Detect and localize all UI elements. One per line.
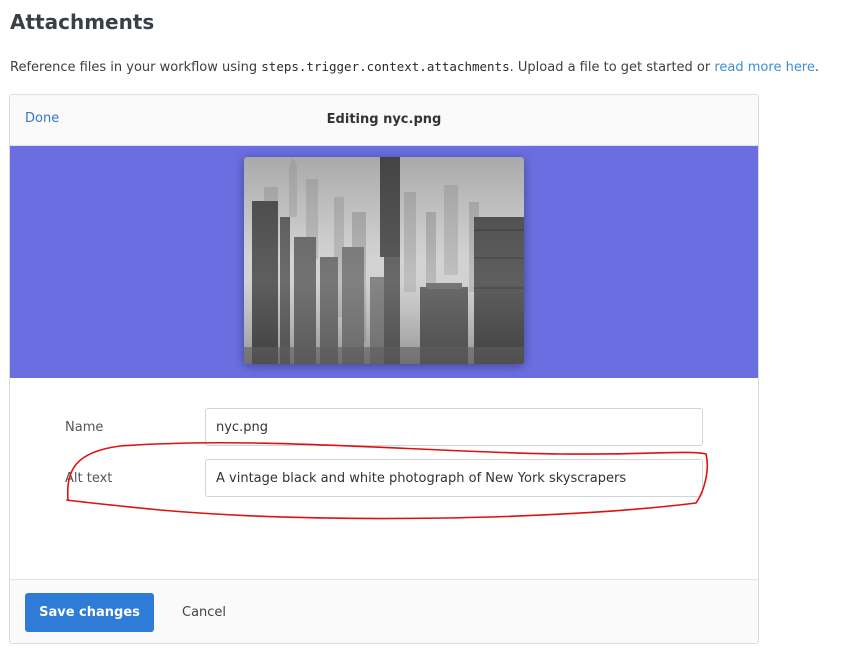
intro-middle: . Upload a file to get started or (509, 60, 715, 75)
read-more-link[interactable]: read more here (714, 60, 815, 75)
name-label: Name (65, 420, 104, 435)
page-title: Attachments (10, 10, 155, 34)
name-input[interactable] (205, 408, 703, 446)
cancel-button[interactable]: Cancel (170, 593, 238, 632)
editor-title: Editing nyc.png (326, 112, 442, 127)
editor-header: Done Editing nyc.png (10, 95, 758, 146)
name-row: Name (10, 408, 758, 448)
skyline-photo (244, 157, 524, 364)
alt-text-input[interactable] (205, 459, 703, 497)
image-preview (244, 157, 524, 364)
save-changes-button[interactable]: Save changes (25, 593, 154, 632)
editor-footer: Save changes Cancel (10, 579, 758, 643)
attachment-editor-card: Done Editing nyc.png Name nyc.png Alt te… (9, 94, 759, 644)
alt-text-row: Alt text (10, 459, 758, 499)
intro-prefix: Reference files in your workflow using (10, 60, 262, 75)
alt-text-label: Alt text (65, 471, 113, 486)
intro-text: Reference files in your workflow using s… (10, 59, 819, 75)
image-preview-area (10, 146, 758, 378)
intro-code: steps.trigger.context.attachments (261, 59, 510, 74)
intro-suffix: . (814, 60, 820, 75)
